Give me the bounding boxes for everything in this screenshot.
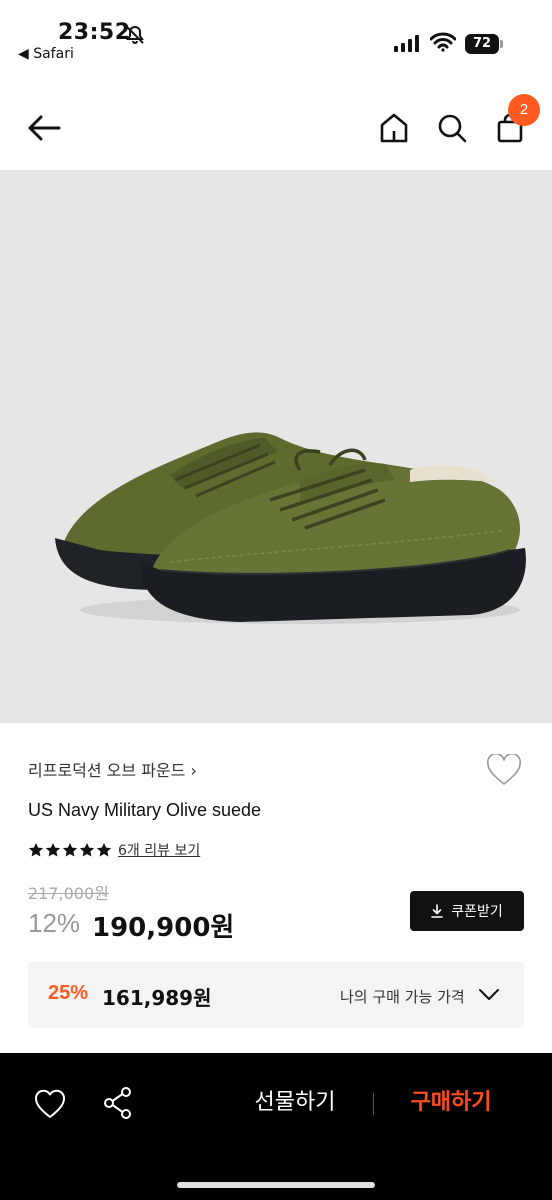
home-icon[interactable] — [378, 112, 410, 144]
coupon-label: 쿠폰받기 — [451, 904, 503, 920]
star-icon — [79, 843, 95, 857]
bottom-action-bar: 선물하기 구매하기 — [0, 1053, 552, 1200]
rating-row: 6개 리뷰 보기 — [28, 840, 200, 860]
cart-count-badge: 2 — [508, 94, 540, 126]
search-icon[interactable] — [436, 112, 468, 144]
gift-button[interactable]: 선물하기 — [230, 1083, 360, 1123]
review-link[interactable]: 6개 리뷰 보기 — [118, 840, 200, 860]
member-price: 161,989원 — [102, 986, 212, 1010]
bell-slash-icon — [126, 25, 144, 44]
battery-level: 72 — [465, 34, 499, 54]
status-bar: 23:52 ◀ Safari 72 — [0, 0, 552, 70]
chevron-down-icon — [479, 989, 499, 1000]
wifi-icon — [430, 32, 456, 52]
heart-icon[interactable] — [34, 1089, 66, 1119]
back-to-safari[interactable]: ◀ Safari — [18, 46, 74, 62]
brand-link[interactable]: 리프로덕션 오브 파운드 › — [28, 757, 197, 781]
back-arrow-icon[interactable] — [26, 114, 62, 142]
signal-icon — [394, 35, 419, 52]
buy-button[interactable]: 구매하기 — [386, 1083, 516, 1123]
star-icon — [45, 843, 61, 857]
divider — [373, 1093, 374, 1115]
share-icon[interactable] — [102, 1086, 134, 1120]
discount-rate: 12% — [28, 908, 81, 938]
member-price-box[interactable]: 25% 161,989원 나의 구매 가능 가격 — [28, 962, 524, 1028]
download-icon — [431, 904, 444, 918]
member-discount-rate: 25% — [48, 982, 89, 1004]
status-time: 23:52 — [58, 20, 131, 45]
home-indicator[interactable] — [177, 1182, 375, 1188]
star-icon — [96, 843, 112, 857]
star-icon — [28, 843, 44, 857]
coupon-button[interactable]: 쿠폰받기 — [410, 891, 524, 931]
sale-price: 190,900원 — [92, 913, 235, 943]
member-price-label: 나의 구매 가능 가격 — [340, 988, 465, 1006]
battery-icon: 72 — [465, 34, 503, 54]
product-image[interactable] — [0, 170, 552, 723]
product-name: US Navy Military Olive suede — [28, 800, 262, 820]
star-icon — [62, 843, 78, 857]
original-price: 217,000원 — [28, 884, 109, 903]
rating-stars — [28, 842, 112, 858]
shoe-illustration — [55, 432, 526, 624]
top-nav — [0, 90, 552, 170]
heart-icon[interactable] — [486, 754, 522, 786]
